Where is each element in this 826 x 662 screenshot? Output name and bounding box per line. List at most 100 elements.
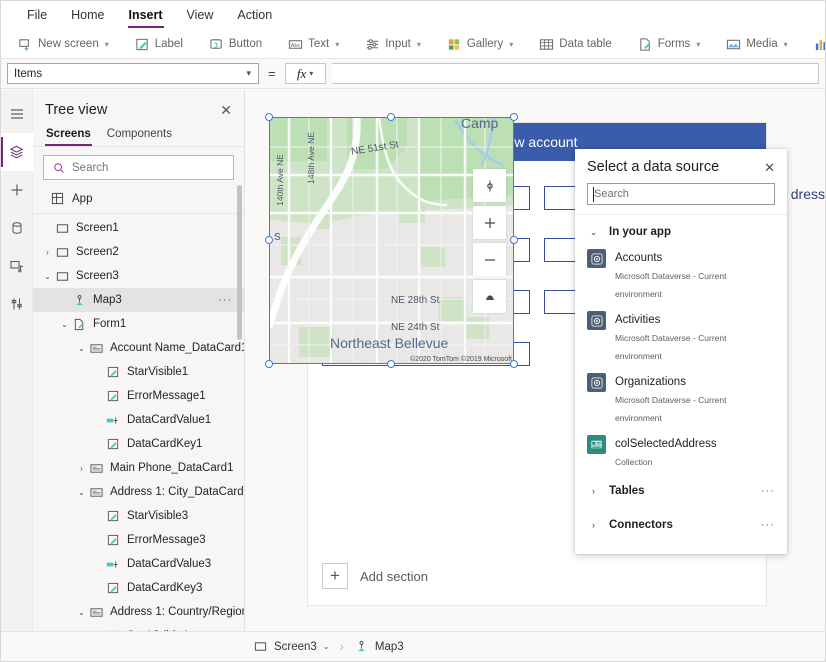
formula-input[interactable] <box>332 63 819 84</box>
add-section-button[interactable]: + Add section <box>322 563 428 589</box>
close-icon[interactable]: ✕ <box>220 103 232 117</box>
tree-item-main-phone-datacard1[interactable]: ›Main Phone_DataCard1 <box>33 456 244 480</box>
tree-item-starvisible4[interactable]: StarVisible4 <box>33 624 244 631</box>
group-connectors[interactable]: › Connectors ··· <box>575 508 787 542</box>
tab-components[interactable]: Components <box>106 124 173 146</box>
charts-button[interactable]: Charts ▾ <box>807 32 826 56</box>
tree-item-label: DataCardKey1 <box>127 438 202 450</box>
hamburger-menu-icon[interactable] <box>1 95 33 133</box>
zoom-out-button[interactable] <box>473 243 506 276</box>
search-icon <box>51 160 66 175</box>
tree-item-form1[interactable]: ⌄Form1 <box>33 312 244 336</box>
new-screen-button[interactable]: New screen ▾ <box>11 32 116 56</box>
data-table-label: Data table <box>559 38 611 50</box>
button-button[interactable]: Button <box>202 32 269 56</box>
resize-handle-ne[interactable] <box>510 113 518 121</box>
resize-handle-w[interactable] <box>265 236 273 244</box>
tree-item-screen2[interactable]: ›Screen2 <box>33 240 244 264</box>
chevron-down-icon[interactable]: ⌄ <box>41 272 54 281</box>
tree-item-datacardvalue3[interactable]: DataCardValue3 <box>33 552 244 576</box>
tree-item-datacardkey3[interactable]: DataCardKey3 <box>33 576 244 600</box>
data-source-item-colselectedaddress[interactable]: colSelectedAddress Collection <box>575 430 787 474</box>
status-screen-selector[interactable]: Screen3 ⌄ <box>253 639 330 654</box>
group-tables[interactable]: › Tables ··· <box>575 474 787 508</box>
chevron-right-icon: › <box>587 520 600 530</box>
compass-button[interactable] <box>473 169 506 202</box>
map-render[interactable]: Camp 140th Ave NE 148th Ave NE NE 51st S… <box>269 117 514 364</box>
tree-item-starvisible3[interactable]: StarVisible3 <box>33 504 244 528</box>
chevron-down-icon[interactable]: ⌄ <box>75 608 88 617</box>
gallery-button[interactable]: Gallery ▾ <box>440 32 520 56</box>
tree-item-screen3[interactable]: ⌄Screen3 <box>33 264 244 288</box>
resize-handle-e[interactable] <box>510 236 518 244</box>
tree-item-address-1-city-datacard1[interactable]: ⌄Address 1: City_DataCard1 <box>33 480 244 504</box>
chevron-right-icon[interactable]: › <box>75 464 88 473</box>
tree-item-list[interactable]: Screen1›Screen2⌄Screen3Map3···⌄Form1⌄Acc… <box>33 214 244 631</box>
advanced-tools-icon[interactable] <box>1 285 33 323</box>
media-button[interactable]: Media ▾ <box>719 32 794 56</box>
tree-scrollbar-thumb[interactable] <box>237 185 242 340</box>
tree-item-starvisible1[interactable]: StarVisible1 <box>33 360 244 384</box>
text-button[interactable]: Abc Text ▾ <box>281 32 346 56</box>
zoom-in-button[interactable] <box>473 206 506 239</box>
status-control-selector[interactable]: Map3 <box>354 639 404 654</box>
data-source-item-activities[interactable]: Activities Microsoft Dataverse - Current… <box>575 306 787 368</box>
button-label: Button <box>229 38 262 50</box>
tree-item-overflow-icon[interactable]: ··· <box>218 294 232 306</box>
search-input[interactable]: Search <box>43 155 234 180</box>
search-placeholder: Search <box>72 162 108 174</box>
menu-item-insert[interactable]: Insert <box>117 1 175 30</box>
resize-handle-n[interactable] <box>387 113 395 121</box>
resize-handle-sw[interactable] <box>265 360 273 368</box>
chevron-down-icon[interactable]: ⌄ <box>75 344 88 353</box>
label-button[interactable]: Label <box>128 32 190 56</box>
chevron-right-icon[interactable]: › <box>41 248 54 257</box>
text-label: Text <box>308 38 329 50</box>
tree-view-icon[interactable] <box>1 133 33 171</box>
tree-item-screen1[interactable]: Screen1 <box>33 216 244 240</box>
pitch-button[interactable] <box>473 280 506 313</box>
data-icon[interactable] <box>1 209 33 247</box>
select-data-source-panel: Select a data source ✕ Search ⌄ In your … <box>575 149 787 554</box>
menu-item-file[interactable]: File <box>15 1 59 30</box>
label-ctrl-icon <box>105 438 122 451</box>
tree-item-map3[interactable]: Map3··· <box>33 288 244 312</box>
data-source-item-accounts[interactable]: Accounts Microsoft Dataverse - Current e… <box>575 244 787 306</box>
group-in-your-app[interactable]: ⌄ In your app <box>575 221 787 244</box>
tree-item-account-name-datacard1[interactable]: ⌄Account Name_DataCard1 <box>33 336 244 360</box>
data-source-item-text: colSelectedAddress Collection <box>615 434 717 470</box>
data-table-button[interactable]: Data table <box>532 32 618 56</box>
tree-item-app[interactable]: App <box>33 186 244 214</box>
tree-item-errormessage1[interactable]: ErrorMessage1 <box>33 384 244 408</box>
data-source-item-organizations[interactable]: Organizations Microsoft Dataverse - Curr… <box>575 368 787 430</box>
tree-item-errormessage3[interactable]: ErrorMessage3 <box>33 528 244 552</box>
resize-handle-nw[interactable] <box>265 113 273 121</box>
chevron-down-icon[interactable]: ⌄ <box>75 488 88 497</box>
map-control-selected[interactable]: Camp 140th Ave NE 148th Ave NE NE 51st S… <box>269 117 514 364</box>
gallery-icon <box>447 37 462 52</box>
forms-button[interactable]: Forms ▾ <box>631 32 708 56</box>
tree-item-datacardkey1[interactable]: DataCardKey1 <box>33 432 244 456</box>
forms-icon <box>638 37 653 52</box>
tree-item-label: DataCardValue1 <box>127 414 211 426</box>
chevron-down-icon[interactable]: ⌄ <box>58 320 71 329</box>
tab-screens[interactable]: Screens <box>45 124 92 146</box>
property-selector[interactable]: Items ▾ <box>7 63 259 84</box>
charts-icon <box>814 37 826 52</box>
data-source-title: Select a data source <box>587 159 719 175</box>
menu-item-view[interactable]: View <box>175 1 226 30</box>
group-connectors-overflow-icon[interactable]: ··· <box>761 519 775 531</box>
menu-item-home[interactable]: Home <box>59 1 116 30</box>
insert-icon[interactable] <box>1 171 33 209</box>
fx-button[interactable]: fx ▾ <box>285 63 326 84</box>
menu-item-action[interactable]: Action <box>225 1 284 30</box>
group-tables-overflow-icon[interactable]: ··· <box>761 485 775 497</box>
media-icon[interactable] <box>1 247 33 285</box>
tree-item-datacardvalue1[interactable]: DataCardValue1 <box>33 408 244 432</box>
close-icon[interactable]: ✕ <box>764 161 775 174</box>
data-source-search-input[interactable]: Search <box>587 183 775 205</box>
resize-handle-se[interactable] <box>510 360 518 368</box>
input-button[interactable]: Input ▾ <box>358 32 428 56</box>
resize-handle-s[interactable] <box>387 360 395 368</box>
tree-item-address-1-country-region-datacard1[interactable]: ⌄Address 1: Country/Region_DataCard1 <box>33 600 244 624</box>
